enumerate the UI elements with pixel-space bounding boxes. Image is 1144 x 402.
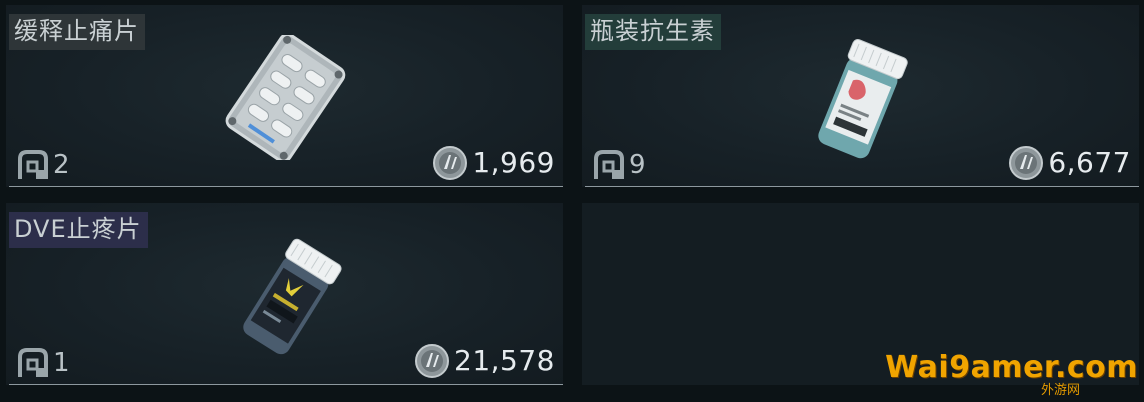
price-value: 1,969 [472,146,555,179]
weight-value: 1 [53,348,70,378]
item-name: 缓释止痛片 [9,14,145,50]
weight-display: 1 [16,347,70,379]
price-display: 6,677 [1008,145,1131,181]
watermark-subtext: 外游网 [1040,383,1080,398]
weight-display: 2 [16,149,70,181]
pill-bottle-image [797,33,927,167]
card-divider [9,186,563,187]
watermark-logo: Wai9amer.com 外游网 [885,352,1138,398]
credits-icon [1009,146,1044,180]
credits-icon [433,146,468,180]
card-divider [585,186,1139,187]
item-name: DVE止疼片 [9,212,148,248]
weight-icon [18,348,48,377]
card-divider [9,384,563,385]
blister-pack-image [216,33,356,164]
price-value: 6,677 [1048,146,1131,179]
item-card-dve-tablets[interactable]: DVE止疼片 1 21,578 [6,203,563,385]
price-value: 21,578 [454,344,555,377]
price-display: 21,578 [414,343,555,379]
weight-icon [18,150,48,179]
watermark-text: Wai9amer.com [885,350,1138,385]
weight-display: 9 [592,149,646,181]
item-card-pain-tablets[interactable]: 缓释止痛片 2 1,969 [6,5,563,187]
weight-value: 2 [53,150,70,180]
item-name: 瓶装抗生素 [585,14,721,50]
price-display: 1,969 [432,145,555,181]
weight-value: 9 [629,150,646,180]
credits-icon [415,344,450,378]
pill-bottle-dve-image [228,231,358,365]
item-card-antibiotics[interactable]: 瓶装抗生素 9 6,677 [582,5,1139,187]
weight-icon [594,150,624,179]
